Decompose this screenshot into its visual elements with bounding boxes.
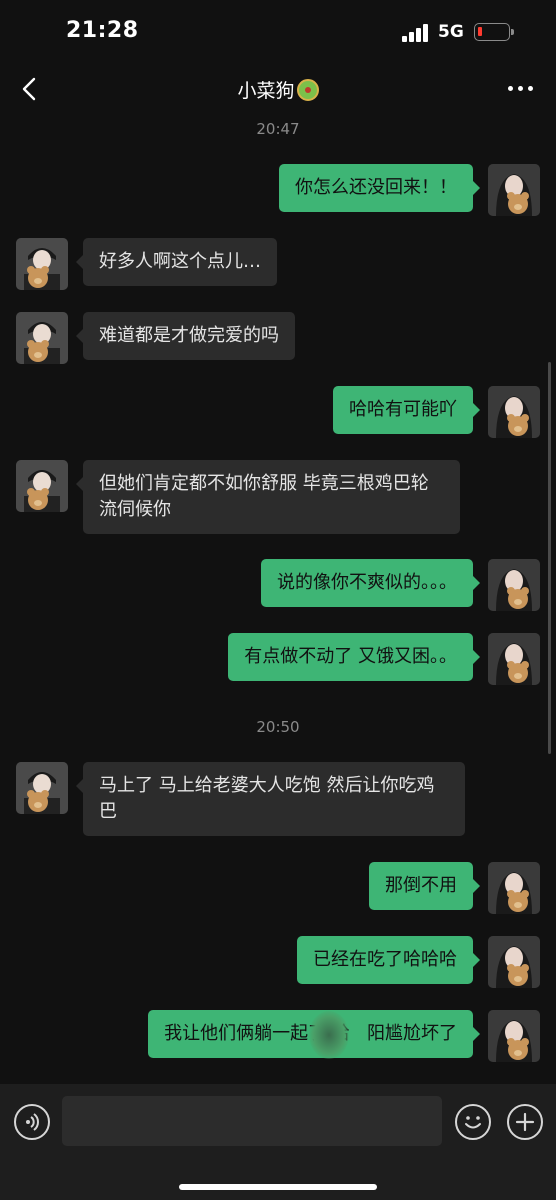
message-bubble[interactable]: 难道都是才做完爱的吗: [76, 312, 295, 360]
censor-blur: [309, 1011, 349, 1059]
my-avatar[interactable]: [488, 559, 540, 611]
my-avatar[interactable]: [488, 386, 540, 438]
my-avatar[interactable]: [488, 633, 540, 685]
message-bubble[interactable]: 那倒不用: [369, 862, 480, 910]
nav-bar: 小菜狗: [0, 62, 556, 118]
contact-avatar[interactable]: [16, 460, 68, 512]
emoji-badge-icon: [296, 79, 319, 101]
message-bubble[interactable]: 有点做不动了 又饿又困。。: [228, 633, 480, 681]
message-bubble[interactable]: 你怎么还没回来！！: [279, 164, 480, 212]
contact-avatar[interactable]: [16, 312, 68, 364]
signal-icon: [402, 24, 430, 42]
more-dots-icon[interactable]: [508, 86, 534, 94]
voice-icon[interactable]: [14, 1104, 50, 1140]
emoji-icon[interactable]: [455, 1104, 491, 1140]
message-bubble[interactable]: 好多人啊这个点儿…: [76, 238, 277, 286]
plus-icon[interactable]: [507, 1104, 543, 1140]
message-bubble[interactable]: 马上了 马上给老婆大人吃饱 然后让你吃鸡巴: [76, 762, 465, 836]
status-bar: 21:28 5G: [0, 0, 556, 62]
timestamp: 20:47: [256, 120, 300, 138]
message-bubble[interactable]: 说的像你不爽似的。。。: [261, 559, 480, 607]
my-avatar[interactable]: [488, 936, 540, 988]
battery-icon: [474, 23, 514, 41]
network-type: 5G: [438, 22, 464, 42]
message-bubble[interactable]: 哈哈有可能吖: [333, 386, 480, 434]
status-time: 21:28: [66, 18, 139, 43]
contact-name: 小菜狗: [237, 80, 295, 102]
contact-avatar[interactable]: [16, 238, 68, 290]
home-indicator[interactable]: [179, 1184, 377, 1190]
timestamp: 20:50: [256, 718, 300, 736]
my-avatar[interactable]: [488, 164, 540, 216]
contact-avatar[interactable]: [16, 762, 68, 814]
input-bar: [0, 1084, 556, 1200]
scrollbar[interactable]: [548, 362, 551, 754]
message-input[interactable]: [62, 1096, 442, 1146]
message-bubble[interactable]: 已经在吃了哈哈哈: [297, 936, 480, 984]
chat-title[interactable]: 小菜狗: [0, 76, 556, 103]
message-bubble[interactable]: 但她们肯定都不如你舒服 毕竟三根鸡巴轮流伺候你: [76, 460, 460, 534]
my-avatar[interactable]: [488, 1010, 540, 1062]
my-avatar[interactable]: [488, 862, 540, 914]
chat-history[interactable]: 20:47 你怎么还没回来！！ 好多人啊这个点儿… 难道都是才做完爱的吗 哈哈有…: [0, 118, 556, 1084]
